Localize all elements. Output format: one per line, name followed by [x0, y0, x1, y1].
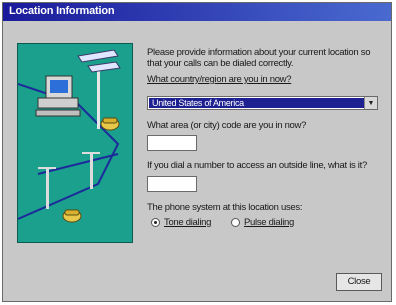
intro-line-2: that your calls can be dialed correctly. [147, 58, 294, 69]
tone-dialing-option[interactable]: Tone dialing [151, 217, 221, 229]
pulse-dialing-option[interactable]: Pulse dialing [231, 217, 301, 229]
outside-line-label: If you dial a number to access an outsid… [147, 160, 367, 171]
pulse-dialing-radio[interactable] [231, 218, 240, 227]
area-code-label: What area (or city) code are you in now? [147, 120, 307, 131]
intro-line-1: Please provide information about your cu… [147, 47, 371, 58]
outside-line-input[interactable] [147, 176, 197, 192]
pulse-dialing-label: Pulse dialing [244, 217, 294, 228]
area-code-input[interactable] [147, 135, 197, 151]
chevron-down-icon[interactable]: ▼ [364, 97, 377, 109]
location-information-dialog: Location Information Please provide info… [2, 2, 392, 302]
phone-system-label: The phone system at this location uses: [147, 202, 303, 213]
title-bar: Location Information [3, 3, 391, 21]
country-select[interactable]: United States of America ▼ [147, 96, 378, 110]
tone-dialing-label: Tone dialing [164, 217, 212, 228]
country-label: What country/region are you in now? [147, 74, 292, 85]
country-select-value: United States of America [149, 98, 364, 108]
close-button[interactable]: Close [336, 273, 382, 291]
window-title: Location Information [9, 5, 115, 17]
tone-dialing-radio[interactable] [151, 218, 160, 227]
telephone-network-illustration [17, 43, 133, 243]
illustration-graphic [18, 49, 121, 223]
